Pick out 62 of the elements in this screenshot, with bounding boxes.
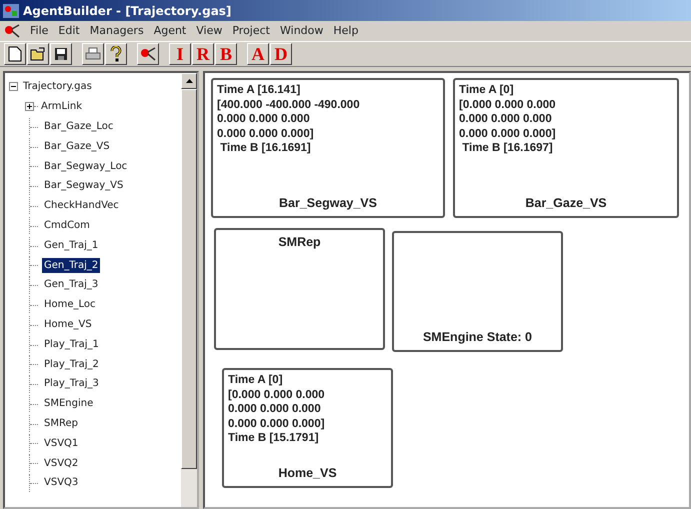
node-title: Bar_Gaze_VS [524, 195, 608, 212]
node-text: Time A [16.141] [217, 83, 302, 98]
node-text: Time A [0] [459, 83, 515, 98]
tree-item[interactable]: Bar_Gaze_Loc [42, 118, 116, 134]
agent-icon [4, 24, 20, 38]
node-title: SMEngine State: 0 [422, 329, 534, 346]
tree-item[interactable]: Bar_Segway_Loc [42, 158, 130, 174]
tree-item[interactable]: CheckHandVec [42, 198, 121, 214]
tree-line [34, 106, 38, 108]
printer-icon[interactable] [82, 43, 104, 65]
tree-item[interactable]: Trajectory.gas [21, 79, 94, 94]
node-text: Time B [15.1791] [228, 431, 320, 446]
tree-item[interactable]: Gen_Traj_1 [42, 238, 100, 253]
question-mark-icon[interactable] [105, 43, 127, 65]
node-text: [400.000 -400.000 -490.000 [217, 98, 361, 112]
node-text: 0.000 0.000 0.000] [217, 126, 315, 141]
tree-item[interactable]: Play_Traj_3 [42, 376, 101, 392]
menu-item[interactable]: Help [333, 22, 358, 40]
scroll-up-button[interactable] [181, 73, 197, 89]
up-arrow-icon [186, 79, 192, 83]
menu-item[interactable]: Window [280, 22, 324, 40]
agent-icon[interactable] [137, 43, 159, 65]
collapse-toggle-icon[interactable] [9, 82, 18, 92]
node-text: 0.000 0.000 0.000 [217, 112, 311, 126]
node-title: Bar_Segway_VS [278, 195, 378, 212]
tree-item[interactable]: VSVQ1 [42, 436, 80, 451]
tree-item[interactable]: Gen_Traj_3 [42, 277, 100, 292]
node-text: 0.000 0.000 0.000 [228, 402, 322, 416]
tree-item[interactable]: VSVQ2 [42, 456, 80, 471]
node-text: 0.000 0.000 0.000 [459, 112, 553, 126]
node-text: [0.000 0.000 0.000 [228, 388, 326, 402]
tree-item[interactable]: Bar_Gaze_VS [42, 138, 112, 154]
menu-item[interactable]: Edit [58, 22, 80, 40]
menu-item[interactable]: File [30, 22, 48, 40]
window-title: AgentBuilder - [Trajectory.gas] [23, 2, 232, 20]
tree-item[interactable]: Play_Traj_1 [42, 336, 101, 352]
menu-item[interactable]: Project [232, 22, 270, 40]
node-title: SMRep [277, 234, 322, 251]
tree-item[interactable]: Gen_Traj_2 [42, 258, 100, 273]
node-text: 0.000 0.000 0.000] [459, 126, 557, 141]
tree-item[interactable]: Home_VS [42, 316, 94, 332]
tree-item[interactable]: Home_Loc [42, 297, 98, 312]
tree-item[interactable]: SMRep [42, 416, 80, 431]
new-file-icon[interactable] [4, 43, 26, 65]
node-text: Time B [16.1691] [219, 141, 312, 156]
node-title: Home_VS [277, 465, 338, 482]
menu-item[interactable]: View [196, 22, 222, 40]
app-icon [3, 4, 19, 18]
tree-item[interactable]: Play_Traj_2 [42, 356, 101, 372]
node-text: Time A [0] [228, 373, 284, 388]
menu-item[interactable]: Agent [154, 22, 186, 40]
tree-item[interactable]: VSVQ3 [42, 475, 80, 490]
tree-item[interactable]: ArmLink [39, 99, 84, 114]
node-text: [0.000 0.000 0.000 [459, 98, 557, 112]
folder-icon[interactable] [27, 43, 49, 65]
tree-item[interactable]: CmdCom [42, 218, 92, 233]
tree-item[interactable]: Bar_Segway_VS [42, 178, 126, 194]
node-text: 0.000 0.000 0.000] [228, 416, 326, 431]
menu-item[interactable]: Managers [90, 22, 144, 40]
tree-item[interactable]: SMEngine [42, 396, 96, 412]
node-text: Time B [16.1697] [461, 141, 554, 156]
expand-toggle-icon[interactable] [25, 102, 34, 112]
